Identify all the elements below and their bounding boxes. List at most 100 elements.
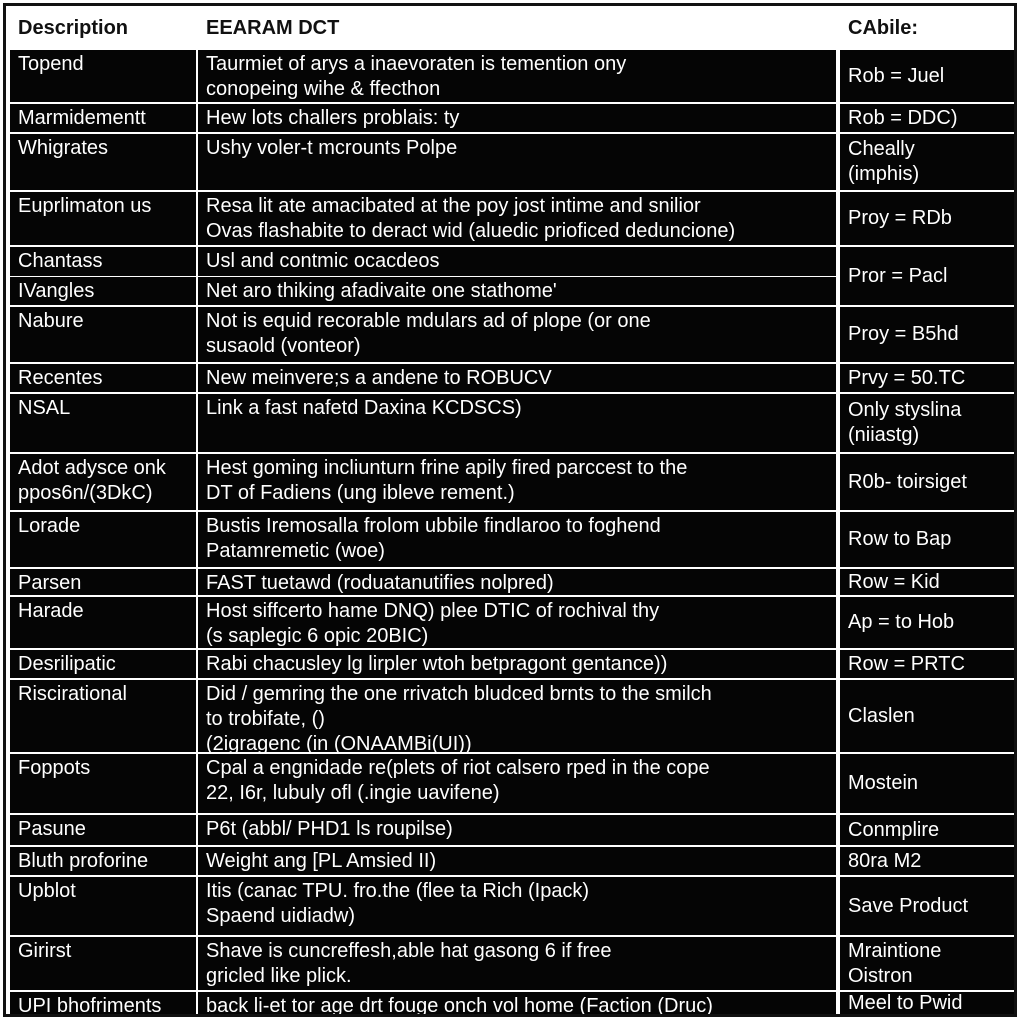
row-label: Nabure (10, 307, 196, 362)
row-value: Mostein (840, 754, 1014, 813)
row-value: Pror = Pacl (840, 247, 1014, 305)
row-value-text: Prvy = 50.TC (848, 366, 966, 389)
row-description: Resa lit ate amacibated at the poy jost … (198, 192, 836, 245)
row-label-text: Recentes (18, 367, 103, 389)
row-value: Row = Kid (840, 569, 1014, 595)
row-label: IVangles (10, 277, 196, 305)
row-description: Shave is cuncreffesh,able hat gasong 6 i… (198, 937, 836, 990)
row-label-text: Whigrates (18, 137, 109, 159)
row-value-text: Save Product (848, 894, 969, 917)
row-value: Conmplire (840, 815, 1014, 845)
row-value-text: Oistron (848, 964, 913, 987)
row-label-text: Foppots (18, 757, 91, 779)
row-value: Row to Bap (840, 512, 1014, 567)
row-label-text: UPI bhofriments (18, 995, 162, 1014)
row-label-text: ppos6n/(3DkC) (18, 482, 153, 504)
row-description-text: (2igragenc (in (ONAAMBi(UI)) (206, 733, 472, 752)
row-label: Harade (10, 597, 196, 648)
row-description: New meinvere;s a andene to ROBUCV (198, 364, 836, 392)
row-label-text: Bluth proforine (18, 850, 149, 872)
row-description: Did / gemring the one rrivatch bludced b… (198, 680, 836, 752)
row-value: Ap = to Hob (840, 597, 1014, 648)
row-label-text: Girirst (18, 940, 72, 962)
row-description-text: Net aro thiking afadivaite one stathome' (206, 280, 557, 302)
row-value: Mraintione Oistron (840, 937, 1014, 990)
row-description: Host siffcerto hame DNQ) plee DTIC of ro… (198, 597, 836, 648)
row-value-text: Conmplire (848, 818, 940, 841)
row-label-text: Harade (18, 600, 84, 622)
row-value: R0b- toirsiget (840, 454, 1014, 510)
row-description: Cpal a engnidade re(plets of riot calser… (198, 754, 836, 813)
row-description: Not is equid recorable mdulars ad of plo… (198, 307, 836, 362)
row-description: Itis (canac TPU. fro.the (flee ta Rich (… (198, 877, 836, 935)
row-value: Rob = DDC) (840, 104, 1014, 132)
row-description-text: 22, I6r, lubuly ofl (.ingie uavifene) (206, 782, 500, 804)
row-label: Euprlimaton us (10, 192, 196, 245)
row-value-text: Rob = DDC) (848, 106, 958, 129)
row-description-text: Bustis Iremosalla frolom ubbile findlaro… (206, 515, 661, 537)
row-value-text: Only styslina (848, 399, 962, 421)
row-description: Ushy voler-t mcrounts Polpe (198, 134, 836, 190)
row-description-text: Not is equid recorable mdulars ad of plo… (206, 310, 651, 332)
row-label-text: Adot adysce onk (18, 457, 166, 479)
row-label-text: Pasune (18, 818, 86, 840)
row-value: Save Product (840, 877, 1014, 935)
row-label: Whigrates (10, 134, 196, 190)
row-value-text: Proy = RDb (848, 207, 952, 229)
row-description: Net aro thiking afadivaite one stathome' (198, 277, 836, 305)
row-label-text: Topend (18, 53, 84, 75)
row-value: Prvy = 50.TC (840, 364, 1014, 392)
row-value-text: Claslen (848, 704, 915, 727)
row-value-text: Mraintione (848, 939, 942, 962)
row-description-text: Resa lit ate amacibated at the poy jost … (206, 195, 701, 217)
row-description-text: back li-et tor age drt fouge onch vol ho… (206, 995, 713, 1014)
row-label: Lorade (10, 512, 196, 567)
row-label: Marmidementt (10, 104, 196, 132)
row-value: Row = PRTC (840, 650, 1014, 678)
row-label-text: IVangles (18, 280, 95, 302)
row-description-text: Ushy voler-t mcrounts Polpe (206, 137, 458, 159)
row-label: Upblot (10, 877, 196, 935)
row-value: Claslen (840, 680, 1014, 752)
row-value-text: Row = Kid (848, 570, 940, 593)
row-label: Chantass (10, 247, 196, 276)
row-description-text: Cpal a engnidade re(plets of riot calser… (206, 757, 710, 779)
row-value-text: Cheally (848, 138, 915, 160)
row-description: Link a fast nafetd Daxina KCDSCS) (198, 394, 836, 452)
row-description-text: New meinvere;s a andene to ROBUCV (206, 367, 552, 389)
row-description-text: Host siffcerto hame DNQ) plee DTIC of ro… (206, 600, 660, 622)
row-description-text: Usl and contmic ocacdeos (206, 250, 440, 272)
row-label-text: Riscirational (18, 683, 127, 705)
row-label-text: Lorade (18, 515, 81, 537)
row-description-text: to trobifate, () (206, 708, 325, 730)
row-label-text: NSAL (18, 397, 71, 419)
row-value: Rob = Juel (840, 50, 1014, 102)
row-description: back li-et tor age drt fouge onch vol ho… (198, 992, 836, 1014)
row-description-text: Taurmiet of arys a inaevoraten is tement… (206, 53, 627, 75)
row-value: 80ra M2 (840, 847, 1014, 875)
column-header-3: CAbile: (840, 8, 1014, 48)
row-description-text: conopeing wihe & ffecthon (206, 78, 441, 100)
row-label-text: Marmidementt (18, 107, 146, 129)
row-value-text: R0b- toirsiget (848, 470, 967, 493)
row-description-text: Rabi chacusley lg lirpler wtoh betpragon… (206, 653, 668, 675)
row-label: Recentes (10, 364, 196, 392)
row-label: Parsen (10, 569, 196, 595)
row-label-text: Chantass (18, 250, 103, 272)
row-description-text: susaold (vonteor) (206, 335, 361, 357)
column-header-2: EEARAM DCT (198, 8, 836, 48)
row-description: Bustis Iremosalla frolom ubbile findlaro… (198, 512, 836, 567)
row-label-text: Nabure (18, 310, 84, 332)
row-label-text: Parsen (18, 572, 82, 594)
row-label: Foppots (10, 754, 196, 813)
row-description-text: Weight ang [PL Amsied II) (206, 850, 437, 872)
row-description: Hest goming incliunturn frine apily fire… (198, 454, 836, 510)
row-value-text: Row = PRTC (848, 652, 965, 675)
row-description-text: Hest goming incliunturn frine apily fire… (206, 457, 688, 479)
row-value-text: Row to Bap (848, 528, 952, 550)
row-label: Girirst (10, 937, 196, 990)
row-label-text: Desrilipatic (18, 653, 116, 675)
row-label: Desrilipatic (10, 650, 196, 678)
row-value-text: Pror = Pacl (848, 264, 948, 287)
row-value-text: Proy = B5hd (848, 323, 959, 345)
